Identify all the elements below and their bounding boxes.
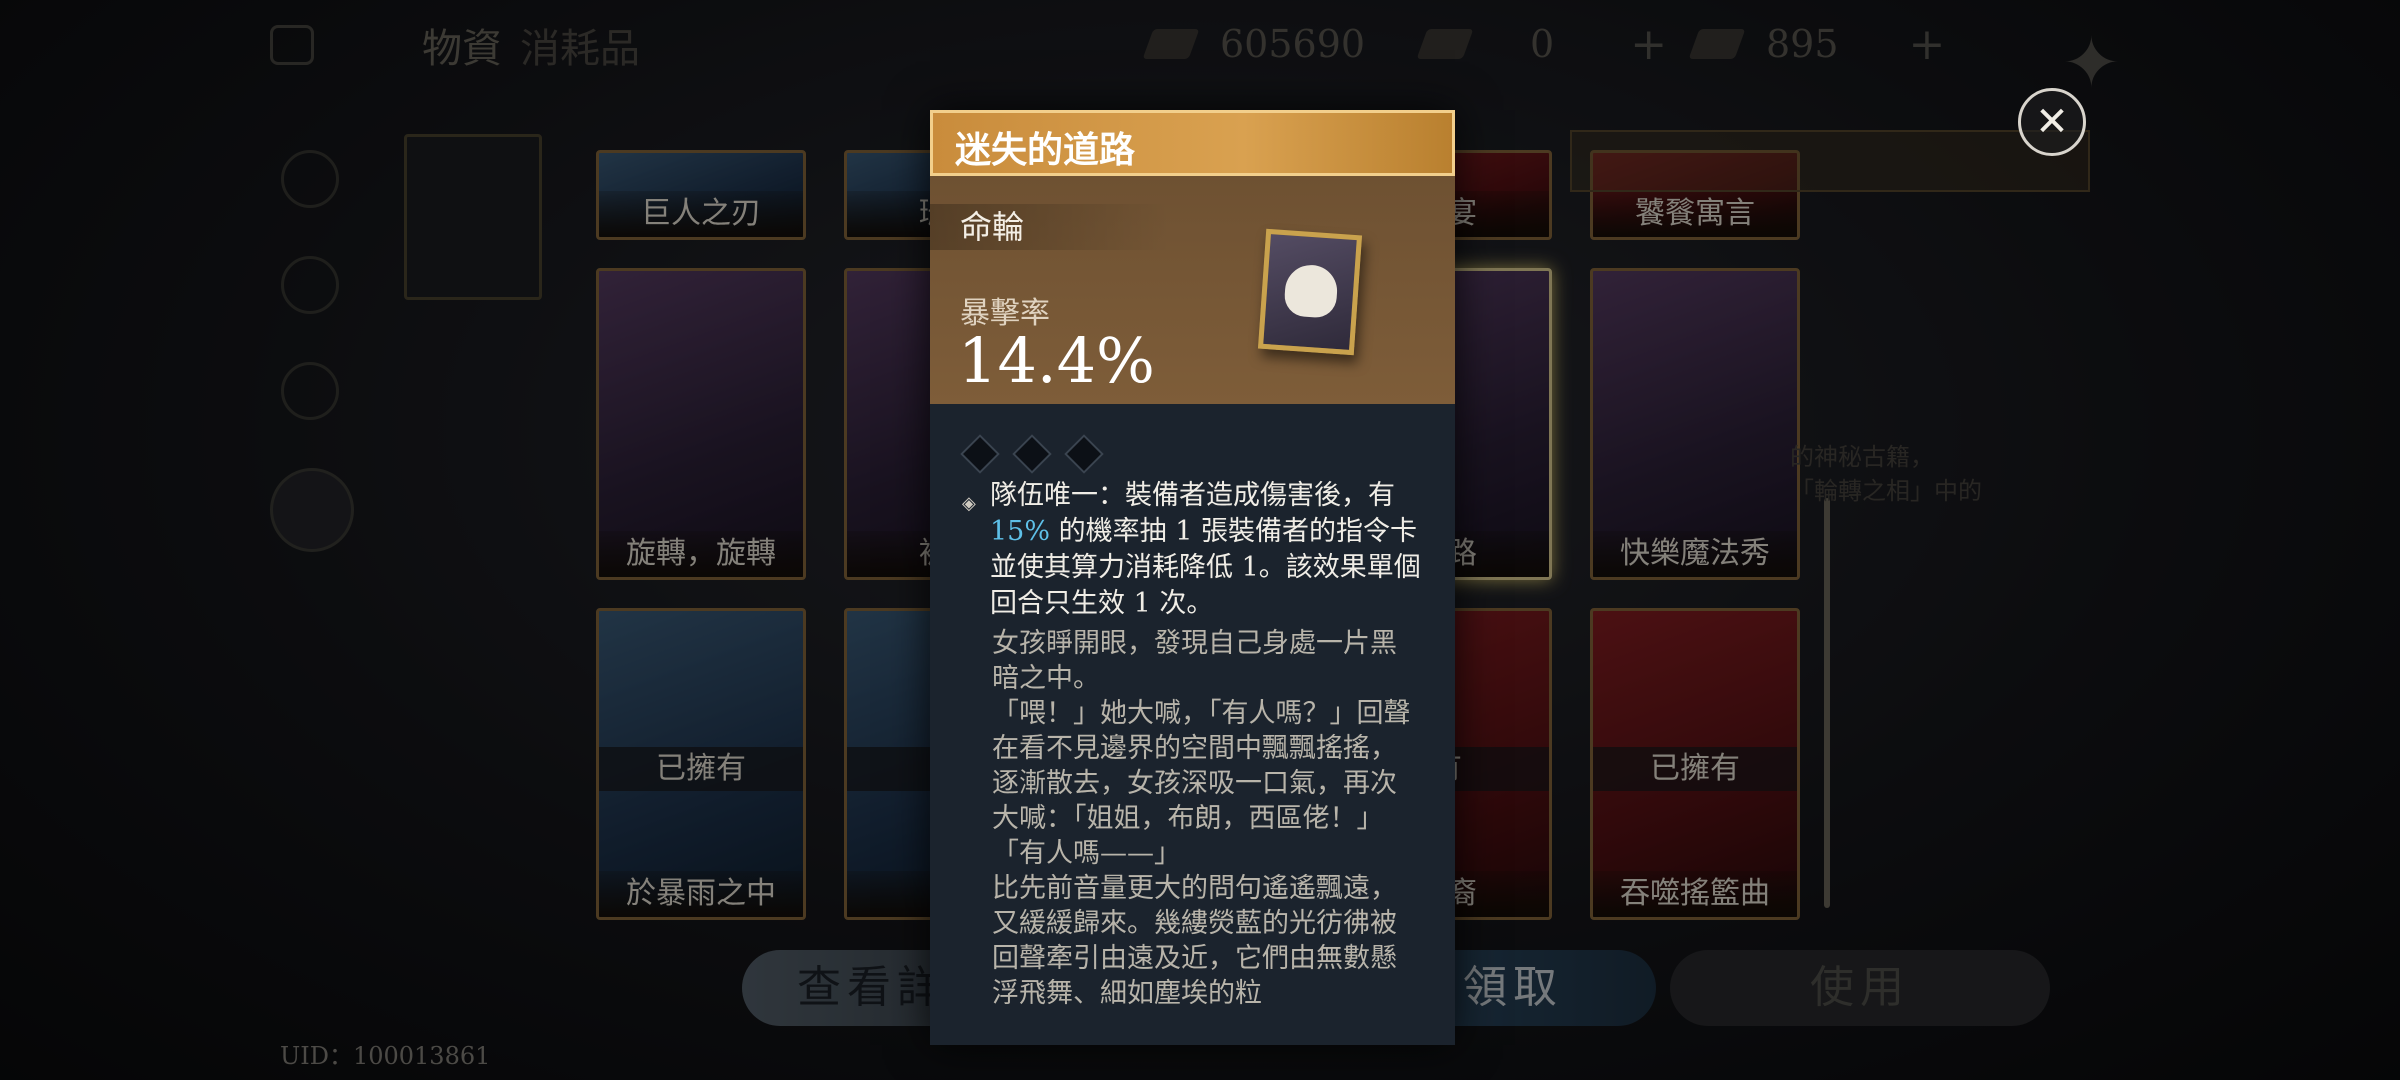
- upgrade-slots: [960, 434, 1104, 474]
- stat-value: 14.4%: [958, 324, 1155, 397]
- card-detail-popup: 迷失的道路 命輪 暴擊率 14.4% ◈ 隊伍唯一：裝備者造成傷害後，有 15%…: [930, 110, 1455, 1045]
- popup-header: 迷失的道路: [930, 110, 1455, 176]
- lore-paragraph: 女孩睜開眼，發現自己身處一片黑暗之中。: [992, 628, 1397, 694]
- lore-paragraph: 「有人嗎——」: [992, 838, 1181, 869]
- bullet-diamond-icon: ◈: [962, 493, 976, 514]
- effect-text: ◈ 隊伍唯一：裝備者造成傷害後，有 15% 的機率抽 1 張裝備者的指令卡並使其…: [962, 480, 1421, 619]
- slot-diamond-icon: [1064, 434, 1104, 474]
- popup-title: 迷失的道路: [955, 129, 1136, 171]
- popup-summary: 命輪 暴擊率 14.4%: [930, 176, 1455, 404]
- close-button[interactable]: ✕: [2018, 88, 2086, 156]
- lore-text[interactable]: 女孩睜開眼，發現自己身處一片黑暗之中。 「喂！」她大喊，「有人嗎？」回聲在看不見…: [992, 626, 1422, 1011]
- close-icon: ✕: [2035, 99, 2069, 145]
- slot-diamond-icon: [1012, 434, 1052, 474]
- effect-highlight: 15%: [990, 516, 1051, 547]
- lore-paragraph: 比先前音量更大的問句遙遙飄遠，又緩緩歸來。幾縷熒藍的光彷彿被回聲牽引由遠及近，它…: [992, 873, 1397, 1009]
- rat-icon: [1283, 263, 1339, 319]
- card-portrait-image: [1257, 228, 1363, 356]
- lore-paragraph: 「喂！」她大喊，「有人嗎？」回聲在看不見邊界的空間中飄飄搖搖，逐漸散去，女孩深吸…: [992, 698, 1411, 834]
- card-type: 命輪: [930, 204, 1170, 250]
- slot-diamond-icon: [960, 434, 1000, 474]
